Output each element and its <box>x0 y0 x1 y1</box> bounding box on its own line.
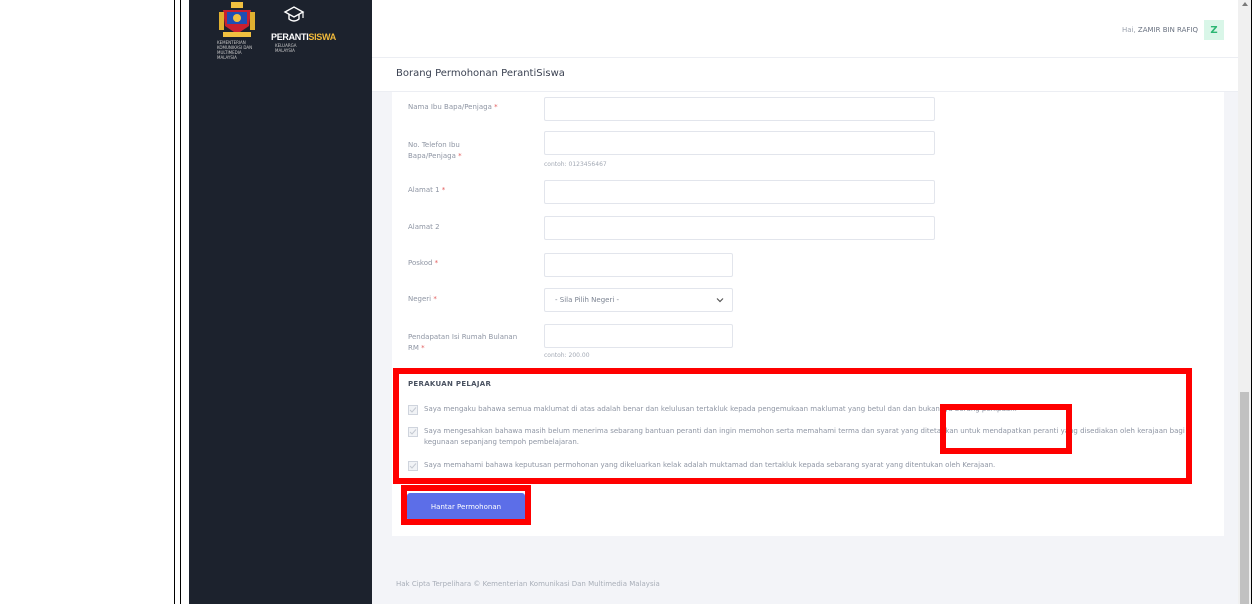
address2-input[interactable] <box>544 216 935 240</box>
sidebar: KEMENTERIAN KOMUNIKASI DAN MULTIMEDIA MA… <box>189 0 372 604</box>
avatar[interactable]: Z <box>1204 20 1224 40</box>
brand-title: PERANTISISWA <box>271 32 336 42</box>
user-greeting: Hai, ZAMIR BIN RAFIQ <box>1121 26 1198 34</box>
page-scrollbar[interactable] <box>1238 0 1251 604</box>
income-hint: contoh: 200.00 <box>544 352 590 359</box>
address1-input[interactable] <box>544 180 935 204</box>
scrollbar-thumb[interactable] <box>1240 392 1249 604</box>
top-bar: Hai, ZAMIR BIN RAFIQ Z <box>372 0 1238 58</box>
parent-phone-label: No. Telefon Ibu Bapa/Penjaga * <box>408 141 462 160</box>
graduation-cap-icon <box>283 6 305 22</box>
logo-area: KEMENTERIAN KOMUNIKASI DAN MULTIMEDIA MA… <box>217 2 347 60</box>
blank-left-pane <box>0 0 175 604</box>
scroll-up-arrow-icon[interactable] <box>1242 2 1248 6</box>
postcode-input[interactable] <box>544 253 733 277</box>
perantisiswa-logo: PERANTISISWA KELUARGA MALAYSIA <box>271 2 351 58</box>
footer-copyright: Hak Cipta Terpelihara © Kementerian Komu… <box>396 580 660 588</box>
crest-caption: KEMENTERIAN KOMUNIKASI DAN MULTIMEDIA MA… <box>217 40 253 60</box>
annotation-submit-box <box>401 485 531 525</box>
parent-name-label: Nama Ibu Bapa/Penjaga * <box>408 103 498 111</box>
annotation-declaration-box <box>393 368 1192 484</box>
divider-line <box>180 0 181 604</box>
state-select[interactable]: - Sila Pilih Negeri - <box>544 288 733 312</box>
state-selected-value: - Sila Pilih Negeri - <box>555 296 620 304</box>
parent-phone-hint: contoh: 0123456467 <box>544 161 607 168</box>
postcode-label: Poskod * <box>408 259 439 267</box>
brand-subtitle: KELUARGA MALAYSIA <box>275 43 297 53</box>
state-label: Negeri * <box>408 295 437 303</box>
parent-phone-input[interactable] <box>544 131 935 155</box>
address1-label: Alamat 1 * <box>408 186 446 194</box>
page-title: Borang Permohonan PerantiSiswa <box>396 68 565 79</box>
chevron-down-icon <box>716 298 724 303</box>
coat-of-arms-icon <box>219 2 255 37</box>
income-label: Pendapatan Isi Rumah Bulanan RM * <box>408 333 518 352</box>
title-bar: Borang Permohonan PerantiSiswa <box>372 58 1238 92</box>
annotation-terms-box <box>940 404 1072 454</box>
income-input[interactable] <box>544 324 733 348</box>
parent-name-input[interactable] <box>544 97 935 121</box>
address2-label: Alamat 2 <box>408 223 440 231</box>
user-menu[interactable]: Hai, ZAMIR BIN RAFIQ Z <box>1122 20 1224 40</box>
